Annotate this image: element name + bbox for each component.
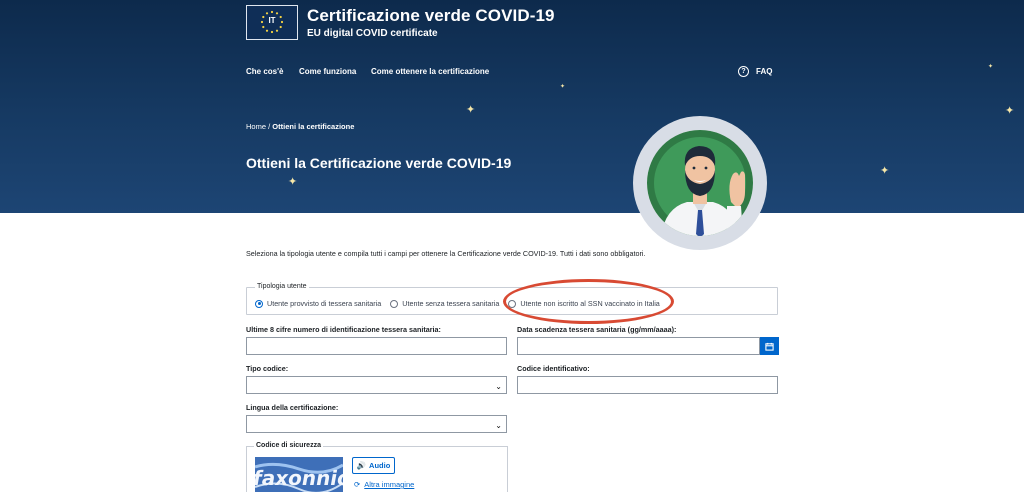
- code-id-label: Codice identificativo:: [517, 364, 590, 373]
- page-title: Ottieni la Certificazione verde COVID-19: [246, 155, 512, 171]
- radio-button[interactable]: [390, 299, 399, 308]
- radio-option-without-card[interactable]: Utente senza tessera sanitaria: [390, 299, 499, 308]
- card-digits-input[interactable]: [246, 337, 507, 355]
- breadcrumb: Home / Ottieni la certificazione: [246, 122, 354, 131]
- chevron-down-icon: ⌄: [495, 382, 502, 391]
- card-digits-label: Ultime 8 cifre numero di identificazione…: [246, 325, 441, 334]
- calendar-icon: [765, 342, 774, 351]
- language-label: Lingua della certificazione:: [246, 403, 339, 412]
- question-circle-icon: ?: [738, 66, 749, 77]
- security-code-legend: Codice di sicurezza: [254, 442, 323, 449]
- radio-option-with-card[interactable]: Utente provvisto di tessera sanitaria: [255, 299, 381, 308]
- language-select[interactable]: ⌄: [246, 415, 507, 433]
- breadcrumb-home[interactable]: Home: [246, 122, 266, 131]
- star-decoration: ✦: [880, 165, 890, 177]
- nav-item-how-to-get[interactable]: Come ottenere la certificazione: [371, 67, 489, 76]
- breadcrumb-current: Ottieni la certificazione: [272, 122, 355, 131]
- audio-captcha-button[interactable]: 🔊 Audio: [352, 457, 395, 474]
- intro-text: Seleziona la tipologia utente e compila …: [246, 249, 646, 258]
- reload-captcha-label: Altra immagine: [364, 480, 415, 489]
- logo-country-code: IT: [268, 16, 276, 25]
- radio-button-selected[interactable]: [255, 299, 263, 308]
- star-decoration: ✦: [560, 84, 566, 90]
- star-decoration: ✦: [466, 104, 476, 116]
- code-type-label: Tipo codice:: [246, 364, 289, 373]
- calendar-button[interactable]: [760, 337, 779, 355]
- radio-label: Utente senza tessera sanitaria: [402, 299, 500, 308]
- star-decoration: ✦: [988, 64, 994, 70]
- security-code-fieldset: Codice di sicurezza faxonnio 🔊 Audio ⟳ A…: [246, 442, 508, 492]
- captcha-text: faxonnio: [255, 466, 343, 490]
- red-highlight-circle: [503, 279, 674, 324]
- star-decoration: ✦: [288, 176, 298, 188]
- site-title[interactable]: Certificazione verde COVID-19: [307, 6, 555, 26]
- speaker-icon: 🔊: [356, 461, 367, 470]
- radio-label: Utente provvisto di tessera sanitaria: [267, 299, 382, 308]
- nav-item-how-it-works[interactable]: Come funziona: [299, 67, 356, 76]
- faq-link[interactable]: ? FAQ: [738, 66, 772, 77]
- user-type-legend: Tipologia utente: [255, 283, 309, 290]
- audio-label: Audio: [369, 461, 391, 470]
- reload-captcha-link[interactable]: ⟳ Altra immagine: [354, 480, 414, 489]
- code-id-input[interactable]: [517, 376, 778, 394]
- bearded-man-illustration: [647, 130, 753, 236]
- faq-label: FAQ: [756, 67, 773, 76]
- card-expiry-label: Data scadenza tessera sanitaria (gg/mm/a…: [517, 325, 677, 334]
- hero-banner: ✦ ✦ ✦ ✦ ✦ ✦ IT Certificazione verde COVI…: [0, 0, 1024, 213]
- refresh-icon: ⟳: [354, 480, 361, 489]
- site-subtitle: EU digital COVID certificate: [307, 28, 438, 39]
- captcha-image: faxonnio: [255, 457, 343, 492]
- card-expiry-input[interactable]: [517, 337, 760, 355]
- chevron-down-icon: ⌄: [495, 421, 502, 430]
- eu-logo[interactable]: IT: [246, 5, 298, 40]
- code-type-select[interactable]: ⌄: [246, 376, 507, 394]
- avatar-illustration: [633, 116, 767, 250]
- star-decoration: ✦: [1005, 105, 1015, 117]
- nav-item-what-is[interactable]: Che cos'è: [246, 67, 283, 76]
